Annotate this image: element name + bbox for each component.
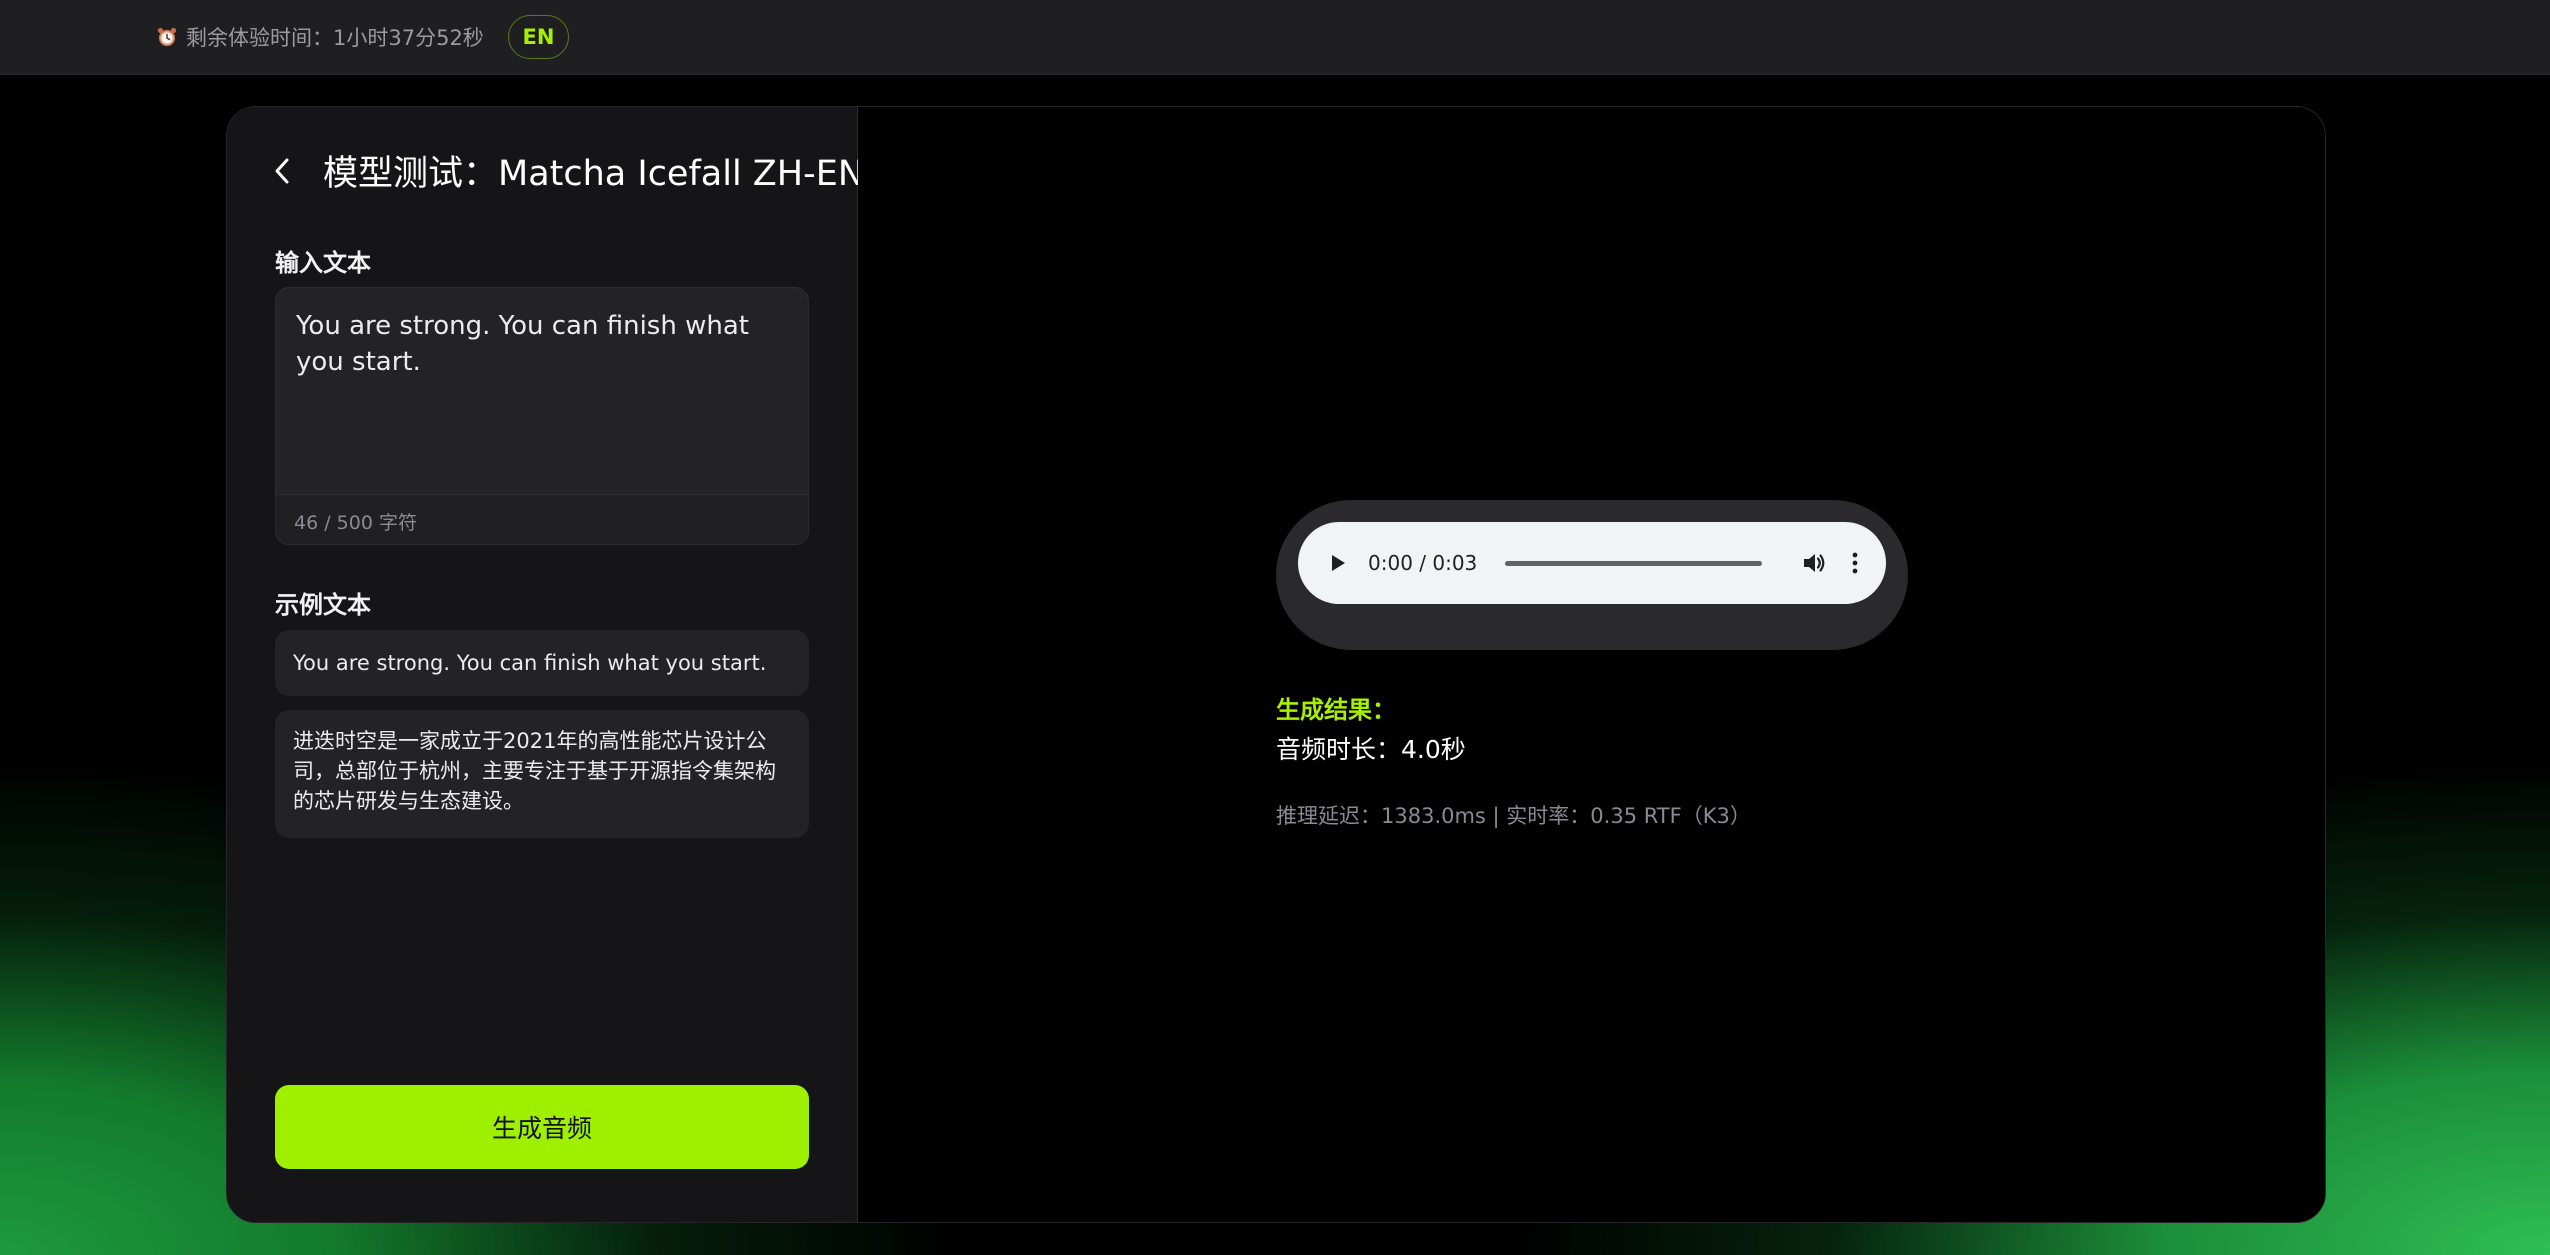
char-counter: 46 / 500 字符 [276,494,808,544]
example-item[interactable]: 进迭时空是一家成立于2021年的高性能芯片设计公司，总部位于杭州，主要专注于基于… [275,710,809,838]
text-input-area[interactable]: You are strong. You can finish what you … [275,287,809,545]
trial-timer: 剩余体验时间：1小时37分52秒 [156,22,484,52]
output-panel [858,107,2325,1222]
more-options-icon[interactable] [1850,549,1860,577]
audio-time: 0:00 / 0:03 [1368,551,1478,575]
result-label: 生成结果： [1276,696,1396,724]
audio-progress-track[interactable] [1505,560,1763,566]
model-test-card: 模型测试：Matcha Icefall ZH-EN 输入文本 You are s… [226,106,2326,1223]
audio-duration: 音频时长：4.0秒 [1276,735,1466,764]
input-label: 输入文本 [275,249,371,277]
volume-icon[interactable] [1800,549,1828,577]
inference-metrics: 推理延迟：1383.0ms | 实时率：0.35 RTF（K3） [1276,804,1751,828]
example-item[interactable]: You are strong. You can finish what you … [275,630,809,696]
generate-audio-button[interactable]: 生成音频 [275,1085,809,1169]
back-arrow-icon[interactable] [267,151,297,191]
timer-text: 剩余体验时间：1小时37分52秒 [186,26,484,50]
top-bar: 剩余体验时间：1小时37分52秒 EN [0,0,2550,75]
play-icon[interactable] [1324,550,1350,576]
examples-label: 示例文本 [275,591,371,619]
input-panel: 模型测试：Matcha Icefall ZH-EN 输入文本 You are s… [227,107,864,1222]
page-title: 模型测试：Matcha Icefall ZH-EN [323,154,865,194]
audio-player[interactable]: 0:00 / 0:03 [1298,522,1886,604]
audio-player-container: 0:00 / 0:03 [1276,500,1908,650]
alarm-clock-icon [156,26,178,48]
language-toggle-button[interactable]: EN [508,15,569,59]
text-input-value[interactable]: You are strong. You can finish what you … [296,308,790,380]
